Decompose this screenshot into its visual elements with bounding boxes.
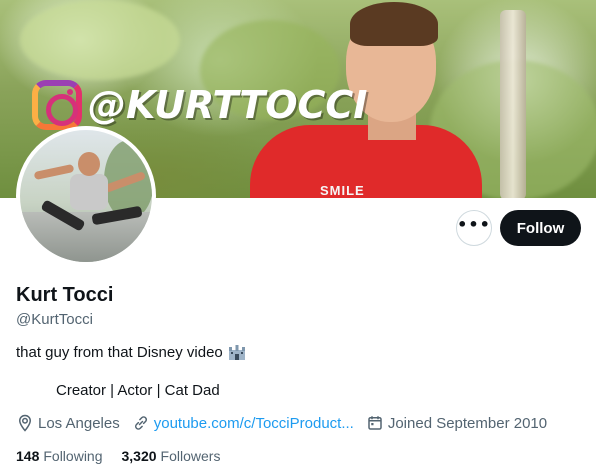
link-icon: [134, 416, 147, 430]
followers-label: Followers: [160, 448, 221, 464]
more-dots-icon: •••: [457, 215, 491, 234]
banner-person-shirt: [250, 125, 482, 198]
castle-emoji-icon: [228, 344, 246, 361]
avatar-arm: [33, 163, 75, 181]
bio-line-2: Creator | Actor | Cat Dad: [56, 382, 220, 399]
username: @KurtTocci: [16, 311, 93, 328]
website-link[interactable]: youtube.com/c/TocciProduct...: [154, 415, 354, 432]
followers-count: 3,320: [121, 448, 157, 464]
banner-instagram-handle: @KURTTOCCI: [32, 80, 367, 130]
following-label: Following: [43, 448, 103, 464]
joined-item: Joined September 2010: [366, 414, 547, 432]
banner-handle-text: @KURTTOCCI: [88, 83, 368, 127]
follow-button[interactable]: Follow: [500, 210, 581, 246]
following-link[interactable]: 148 Following: [16, 448, 103, 464]
location-text: Los Angeles: [38, 414, 120, 432]
website-item[interactable]: youtube.com/c/TocciProduct...: [132, 414, 354, 432]
bio-text: that guy from that Disney video: [16, 344, 223, 361]
banner-tree-trunk: [500, 10, 526, 198]
avatar-ground: [20, 212, 152, 262]
followers-link[interactable]: 3,320 Followers: [122, 448, 221, 464]
instagram-logo-icon: [32, 80, 82, 130]
location-item: Los Angeles: [16, 414, 120, 432]
profile-avatar[interactable]: [16, 126, 156, 266]
banner-shirt-text: SMILE: [320, 183, 365, 198]
display-name: Kurt Tocci: [16, 284, 114, 306]
more-options-button[interactable]: •••: [456, 210, 492, 246]
avatar-head: [78, 152, 100, 176]
profile-stats: 148 Following 3,320 Followers: [16, 448, 239, 464]
calendar-icon: [368, 416, 382, 430]
joined-text: Joined September 2010: [387, 414, 548, 432]
bio-line-1: that guy from that Disney video: [16, 344, 246, 361]
profile-meta: Los Angeles youtube.com/c/TocciProduct..…: [16, 414, 559, 432]
following-count: 148: [16, 448, 40, 464]
banner-person-hair: [350, 2, 438, 46]
location-pin-icon: [18, 414, 32, 432]
avatar-body: [70, 174, 108, 210]
